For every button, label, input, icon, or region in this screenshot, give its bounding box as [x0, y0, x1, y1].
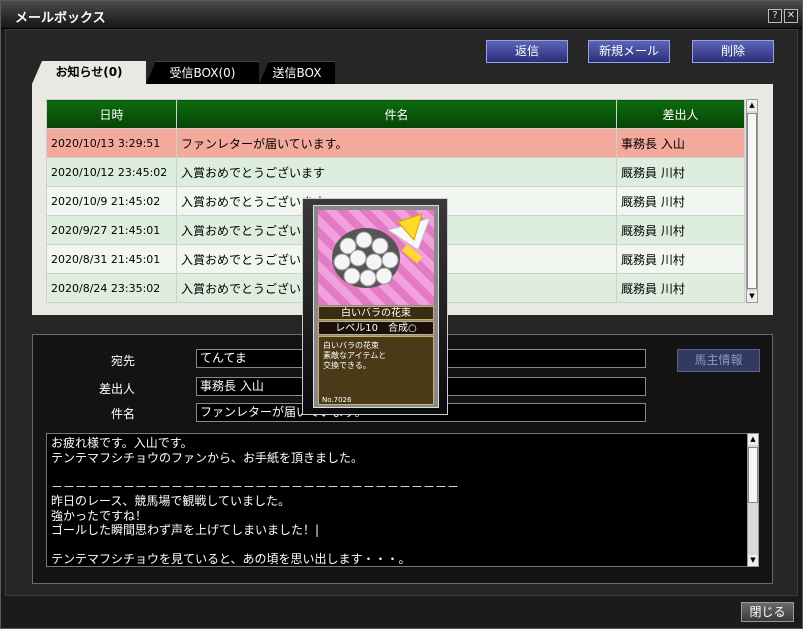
tab-outbox[interactable]: 送信BOX	[259, 61, 335, 84]
title-bar[interactable]: メールボックス ? ✕	[1, 1, 802, 29]
column-header-date[interactable]: 日時	[46, 99, 177, 129]
row-sender: 厩務員 川村	[616, 186, 745, 216]
tab-inbox[interactable]: 受信BOX(0)	[146, 61, 259, 84]
card-item-name: 白いバラの花束	[318, 306, 434, 320]
row-sender: 厩務員 川村	[616, 273, 745, 303]
row-sender: 厩務員 川村	[616, 157, 745, 187]
card-item-number: No.7026	[322, 396, 352, 404]
column-header-subject[interactable]: 件名	[176, 99, 617, 129]
subject-label: 件名	[110, 407, 135, 421]
new-mail-button[interactable]: 新規メール	[588, 40, 670, 63]
row-date: 2020/9/27 21:45:01	[46, 215, 177, 245]
mail-body-scrollbar[interactable]: ▲ ▼	[747, 433, 759, 567]
help-button[interactable]: ?	[768, 9, 782, 23]
row-date: 2020/8/24 23:35:02	[46, 273, 177, 303]
mail-list-scrollbar[interactable]: ▲ ▼	[746, 99, 758, 303]
white-rose-bouquet-icon	[332, 213, 431, 288]
row-date: 2020/10/13 3:29:51	[46, 128, 177, 158]
window-title: メールボックス	[15, 11, 106, 26]
column-header-sender[interactable]: 差出人	[616, 99, 745, 129]
card-item-description: 白いバラの花束 素敵なアイテムと 交換できる。	[318, 336, 434, 405]
mailbox-window: メールボックス ? ✕ 返信 新規メール 削除 お知らせ(0) 受信BOX(0)…	[0, 0, 803, 629]
row-sender: 事務長 入山	[616, 128, 745, 158]
scroll-thumb[interactable]	[748, 447, 758, 503]
table-header-row: 日時 件名 差出人	[46, 99, 745, 129]
close-button[interactable]: 閉じる	[741, 602, 794, 622]
reply-button[interactable]: 返信	[486, 40, 568, 63]
table-row[interactable]: 2020/10/13 3:29:51 ファンレターが届いています。 事務長 入山	[46, 128, 745, 158]
from-label: 差出人	[98, 382, 135, 396]
scroll-up-icon[interactable]: ▲	[747, 100, 757, 111]
owner-info-button[interactable]: 馬主情報	[677, 349, 760, 372]
tab-notices[interactable]: お知らせ(0)	[32, 61, 146, 84]
row-sender: 厩務員 川村	[616, 244, 745, 274]
row-date: 2020/8/31 21:45:01	[46, 244, 177, 274]
row-subject: 入賞おめでとうございます	[176, 157, 617, 187]
to-label: 宛先	[110, 354, 135, 368]
scroll-down-icon[interactable]: ▼	[747, 291, 757, 302]
scroll-thumb[interactable]	[747, 113, 757, 289]
mail-body-text[interactable]: お疲れ様です。入山です。 テンテマフシチョウのファンから、お手紙を頂きました。 …	[46, 433, 748, 567]
scroll-down-icon[interactable]: ▼	[748, 555, 758, 566]
row-date: 2020/10/12 23:45:02	[46, 157, 177, 187]
card-item-level: レベル10 合成○	[318, 321, 434, 335]
item-card-tooltip: 白いバラの花束 レベル10 合成○ 白いバラの花束 素敵なアイテムと 交換できる…	[302, 198, 448, 415]
delete-button[interactable]: 削除	[692, 40, 774, 63]
card-frame: 白いバラの花束 レベル10 合成○ 白いバラの花束 素敵なアイテムと 交換できる…	[313, 205, 439, 408]
bouquet-image	[318, 210, 434, 305]
scroll-up-icon[interactable]: ▲	[748, 434, 758, 445]
row-sender: 厩務員 川村	[616, 215, 745, 245]
row-subject: ファンレターが届いています。	[176, 128, 617, 158]
row-date: 2020/10/9 21:45:02	[46, 186, 177, 216]
table-row[interactable]: 2020/10/12 23:45:02 入賞おめでとうございます 厩務員 川村	[46, 157, 745, 187]
close-window-button[interactable]: ✕	[784, 9, 798, 23]
